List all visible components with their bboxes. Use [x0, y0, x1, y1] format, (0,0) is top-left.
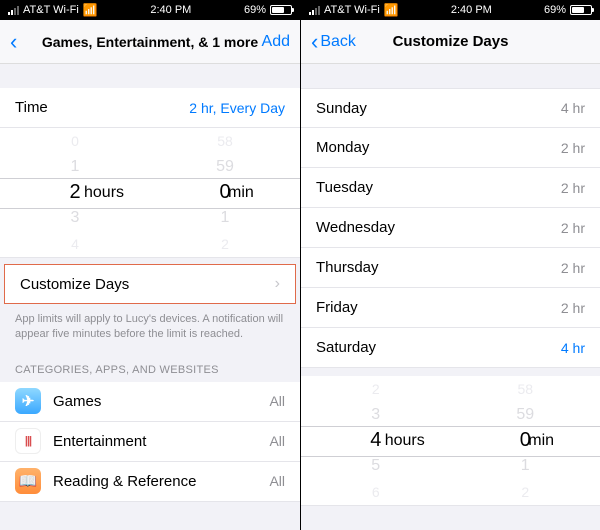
min-unit: min — [528, 432, 554, 450]
day-row[interactable]: Thursday2 hr — [301, 248, 600, 288]
battery-pct: 69% — [544, 4, 566, 16]
day-row[interactable]: Friday2 hr — [301, 288, 600, 328]
status-bar: AT&T Wi-Fi 📶 2:40 PM 69% — [301, 0, 600, 20]
status-bar: AT&T Wi-Fi 📶 2:40 PM 69% — [0, 0, 300, 20]
games-icon: ✈ — [15, 388, 41, 414]
chevron-right-icon: › — [275, 275, 280, 293]
hours-unit: hours — [385, 432, 425, 450]
min-unit: min — [228, 184, 254, 202]
hours-unit: hours — [84, 184, 124, 202]
category-row[interactable]: ✈ Games All — [0, 382, 300, 422]
reading-icon: 📖 — [15, 468, 41, 494]
customize-days-button[interactable]: Customize Days › — [4, 264, 296, 304]
carrier: AT&T Wi-Fi — [23, 4, 79, 16]
add-button[interactable]: Add — [262, 33, 290, 51]
categories-header: CATEGORIES, APPS, AND WEBSITES — [0, 350, 300, 382]
battery-icon — [570, 5, 592, 15]
back-button[interactable]: ‹ — [10, 31, 17, 53]
nav-bar: ‹ Games, Entertainment, & 1 more Add — [0, 20, 300, 64]
signal-icon — [309, 6, 320, 15]
wifi-icon: 📶 — [83, 3, 98, 17]
signal-icon — [8, 6, 19, 15]
carrier: AT&T Wi-Fi — [324, 4, 380, 16]
back-label[interactable]: Back — [320, 33, 356, 51]
time-picker[interactable]: 0 1 2 3 4 hours 58 59 0 1 2 min — [0, 128, 300, 258]
nav-bar: ‹ Back Customize Days — [301, 20, 600, 64]
time-row[interactable]: Time 2 hr, Every Day — [0, 88, 300, 128]
footer-text: App limits will apply to Lucy's devices.… — [0, 304, 300, 350]
time-picker[interactable]: 2 3 4 5 6 hours 58 59 0 1 2 min — [301, 376, 600, 506]
day-row[interactable]: Sunday4 hr — [301, 88, 600, 128]
right-screen: AT&T Wi-Fi 📶 2:40 PM 69% ‹ Back Customiz… — [300, 0, 600, 530]
day-row[interactable]: Wednesday2 hr — [301, 208, 600, 248]
nav-title: Games, Entertainment, & 1 more — [0, 34, 300, 50]
left-screen: AT&T Wi-Fi 📶 2:40 PM 69% ‹ Games, Entert… — [0, 0, 300, 530]
day-row[interactable]: Monday2 hr — [301, 128, 600, 168]
back-button[interactable]: ‹ — [311, 31, 318, 53]
battery-icon — [270, 5, 292, 15]
day-row[interactable]: Saturday4 hr — [301, 328, 600, 368]
wifi-icon: 📶 — [384, 3, 399, 17]
category-row[interactable]: ||| Entertainment All — [0, 422, 300, 462]
battery-pct: 69% — [244, 4, 266, 16]
clock: 2:40 PM — [150, 4, 191, 16]
time-label: Time — [15, 99, 48, 116]
entertainment-icon: ||| — [15, 428, 41, 454]
time-value: 2 hr, Every Day — [189, 100, 285, 116]
category-row[interactable]: 📖 Reading & Reference All — [0, 462, 300, 502]
day-row[interactable]: Tuesday2 hr — [301, 168, 600, 208]
clock: 2:40 PM — [451, 4, 492, 16]
